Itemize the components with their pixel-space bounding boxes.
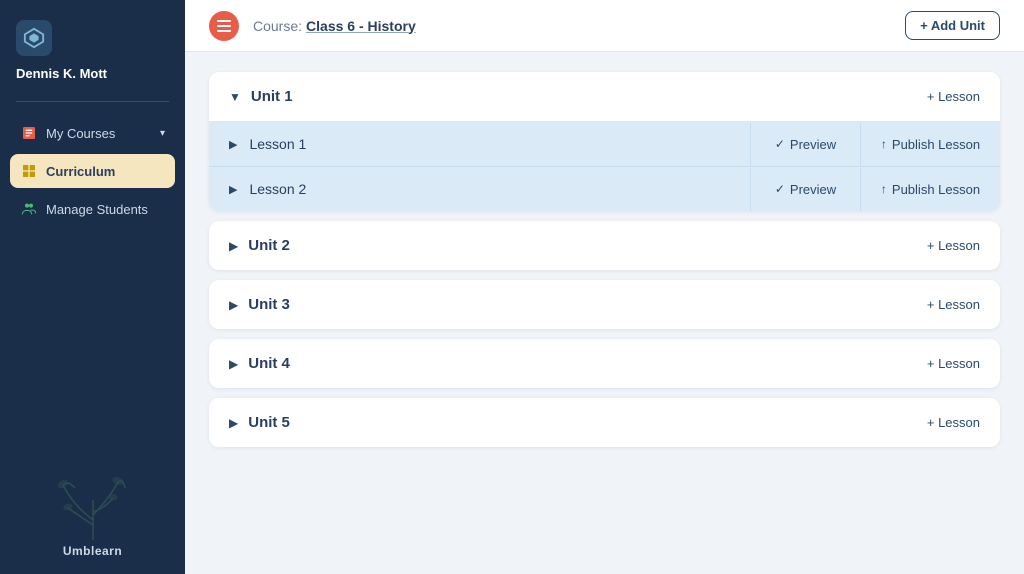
brand-name: Umblearn: [63, 544, 122, 558]
sidebar-nav: My Courses ▾ Curriculum Manage Students: [0, 112, 185, 230]
unit-1-title: Unit 1: [251, 88, 293, 105]
course-name: Class 6 - History: [306, 18, 416, 34]
sidebar-item-label: Curriculum: [46, 164, 115, 179]
unit-1-header[interactable]: ▼ Unit 1 + Lesson: [209, 72, 1000, 121]
unit-5-header[interactable]: ▶ Unit 5 + Lesson: [209, 398, 1000, 447]
sidebar-item-my-courses[interactable]: My Courses ▾: [10, 116, 175, 150]
check-icon: ✓: [775, 137, 785, 151]
sidebar: Dennis K. Mott My Courses ▾ Curriculum M…: [0, 0, 185, 574]
lesson-1-preview-button[interactable]: ✓ Preview: [750, 123, 860, 166]
unit-2-chevron: ▶: [229, 239, 238, 253]
unit-4-header[interactable]: ▶ Unit 4 + Lesson: [209, 339, 1000, 388]
unit-2-header[interactable]: ▶ Unit 2 + Lesson: [209, 221, 1000, 270]
grid-icon: [20, 162, 38, 180]
sidebar-bottom: Umblearn: [0, 460, 185, 574]
unit-5-chevron: ▶: [229, 416, 238, 430]
units-content: ▼ Unit 1 + Lesson ▶ Lesson 1 ✓ Preview ↑…: [185, 52, 1024, 574]
unit-card-5: ▶ Unit 5 + Lesson: [209, 398, 1000, 447]
unit-3-chevron: ▶: [229, 298, 238, 312]
book-icon: [20, 124, 38, 142]
unit-3-header[interactable]: ▶ Unit 3 + Lesson: [209, 280, 1000, 329]
lesson-2-preview-button[interactable]: ✓ Preview: [750, 168, 860, 211]
lesson-1-publish-label: Publish Lesson: [892, 137, 980, 152]
unit-1-add-lesson[interactable]: + Lesson: [927, 89, 980, 104]
sidebar-item-label: Manage Students: [46, 202, 148, 217]
topbar-right: + Add Unit: [905, 11, 1000, 40]
chevron-down-icon: ▾: [160, 128, 165, 139]
unit-card-2: ▶ Unit 2 + Lesson: [209, 221, 1000, 270]
lesson-2-preview-label: Preview: [790, 182, 836, 197]
unit-2-add-lesson[interactable]: + Lesson: [927, 238, 980, 253]
unit-5-title: Unit 5: [248, 414, 290, 431]
unit-3-add-lesson[interactable]: + Lesson: [927, 297, 980, 312]
unit-2-title: Unit 2: [248, 237, 290, 254]
sidebar-item-manage-students[interactable]: Manage Students: [10, 192, 175, 226]
unit-3-title: Unit 3: [248, 296, 290, 313]
sidebar-header: Dennis K. Mott: [0, 0, 185, 91]
sidebar-item-label: My Courses: [46, 126, 115, 141]
unit-4-title: Unit 4: [248, 355, 290, 372]
topbar: Course: Class 6 - History + Add Unit: [185, 0, 1024, 52]
menu-button[interactable]: [209, 11, 239, 41]
sidebar-item-curriculum[interactable]: Curriculum: [10, 154, 175, 188]
unit-4-chevron: ▶: [229, 357, 238, 371]
lesson-2-publish-label: Publish Lesson: [892, 182, 980, 197]
unit-1-chevron: ▼: [229, 90, 241, 104]
lesson-1-preview-label: Preview: [790, 137, 836, 152]
up-arrow-icon: ↑: [881, 182, 887, 196]
unit-card-1: ▼ Unit 1 + Lesson ▶ Lesson 1 ✓ Preview ↑…: [209, 72, 1000, 211]
users-icon: [20, 200, 38, 218]
check-icon: ✓: [775, 182, 785, 196]
lesson-2-expand-icon[interactable]: ▶: [229, 183, 237, 196]
unit-card-4: ▶ Unit 4 + Lesson: [209, 339, 1000, 388]
unit-1-lessons: ▶ Lesson 1 ✓ Preview ↑ Publish Lesson ▶ …: [209, 121, 1000, 211]
lesson-2-publish-button[interactable]: ↑ Publish Lesson: [860, 168, 1000, 211]
course-label: Course:: [253, 18, 302, 34]
user-name: Dennis K. Mott: [16, 66, 107, 81]
table-row: ▶ Lesson 1 ✓ Preview ↑ Publish Lesson: [209, 122, 1000, 167]
sidebar-divider: [16, 101, 169, 102]
unit-4-add-lesson[interactable]: + Lesson: [927, 356, 980, 371]
table-row: ▶ Lesson 2 ✓ Preview ↑ Publish Lesson: [209, 167, 1000, 211]
lesson-2-name: Lesson 2: [249, 167, 750, 211]
up-arrow-icon: ↑: [881, 137, 887, 151]
lesson-1-publish-button[interactable]: ↑ Publish Lesson: [860, 123, 1000, 166]
lesson-1-name: Lesson 1: [249, 122, 750, 166]
main-area: Course: Class 6 - History + Add Unit ▼ U…: [185, 0, 1024, 574]
lesson-1-expand-icon[interactable]: ▶: [229, 138, 237, 151]
plant-decoration: [53, 470, 133, 540]
unit-card-3: ▶ Unit 3 + Lesson: [209, 280, 1000, 329]
unit-5-add-lesson[interactable]: + Lesson: [927, 415, 980, 430]
logo-icon: [16, 20, 52, 56]
add-unit-button[interactable]: + Add Unit: [905, 11, 1000, 40]
